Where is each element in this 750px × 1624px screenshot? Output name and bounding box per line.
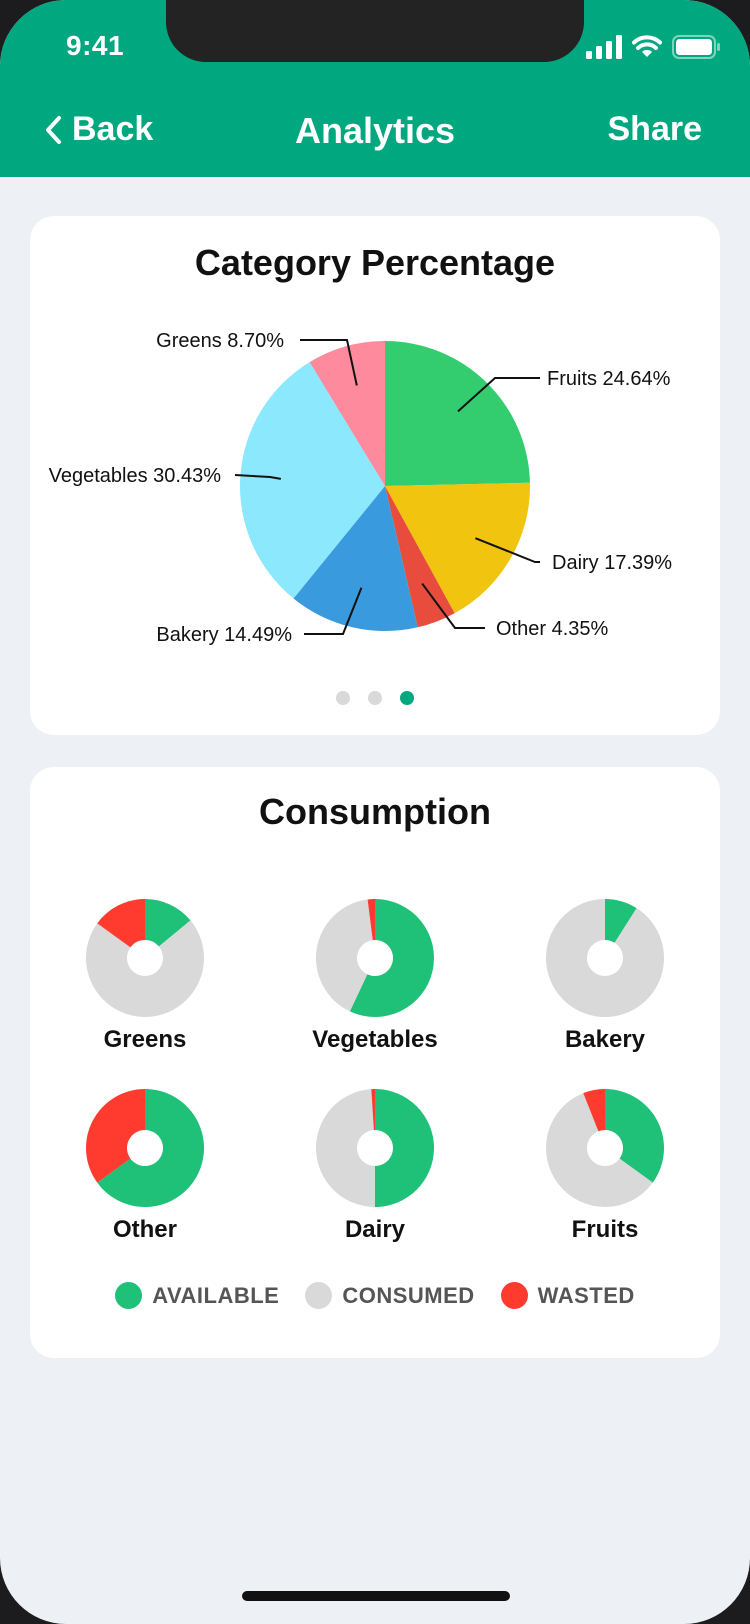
category-pie-chart: Fruits 24.64% Dairy 17.39% Other 4.35% Bake… bbox=[49, 330, 673, 646]
page-dot-3[interactable] bbox=[400, 691, 414, 705]
pie-label-bakery: Bakery 14.49% bbox=[156, 624, 292, 646]
donut-segment-dairy-consumed bbox=[316, 1089, 375, 1207]
consumption-chart-other[interactable]: Other bbox=[45, 1088, 245, 1244]
status-time: 9:41 bbox=[66, 30, 125, 61]
donut-other bbox=[86, 1089, 204, 1207]
legend-label-consumed: CONSUMED bbox=[342, 1282, 475, 1308]
signal-icon bbox=[586, 35, 622, 59]
legend-swatch-available bbox=[115, 1282, 143, 1309]
back-button[interactable]: Back bbox=[44, 110, 153, 149]
legend-item-wasted: WASTED bbox=[500, 1282, 635, 1309]
donut-label-dairy: Dairy bbox=[344, 1216, 406, 1243]
legend-swatch-wasted bbox=[500, 1282, 528, 1309]
consumption-chart-fruits[interactable]: Fruits bbox=[505, 1088, 705, 1244]
device-notch bbox=[166, 0, 584, 62]
donut-label-other: Other bbox=[112, 1216, 177, 1243]
donut-dairy bbox=[316, 1089, 434, 1207]
legend-swatch-consumed bbox=[305, 1282, 333, 1309]
donut-segment-bakery-consumed bbox=[546, 899, 664, 1017]
status-icons bbox=[586, 34, 720, 60]
donut-label-fruits: Fruits bbox=[571, 1216, 639, 1243]
pie-label-greens: Greens 8.70% bbox=[156, 330, 284, 352]
donut-label-vegetables: Vegetables bbox=[312, 1026, 438, 1053]
donut-fruits bbox=[546, 1089, 664, 1207]
consumption-title: Consumption bbox=[259, 791, 491, 832]
wifi-icon bbox=[632, 35, 662, 57]
legend-item-consumed: CONSUMED bbox=[305, 1282, 474, 1309]
donut-label-greens: Greens bbox=[103, 1026, 187, 1053]
pie-label-vegetables: Vegetables 30.43% bbox=[49, 465, 222, 487]
consumption-chart-vegetables[interactable]: Vegetables bbox=[275, 898, 475, 1054]
donut-segment-dairy-available bbox=[375, 1089, 434, 1207]
share-button[interactable]: Share bbox=[608, 110, 703, 149]
category-percentage-card: Category Percentage Fruits 24.64% Dairy 1… bbox=[30, 216, 720, 735]
header-bar: 9:41 Back Analytics Share bbox=[0, 0, 750, 177]
donut-greens bbox=[86, 899, 204, 1017]
donut-vegetables bbox=[316, 899, 434, 1017]
page-dot-2[interactable] bbox=[368, 691, 382, 705]
consumption-chart-dairy[interactable]: Dairy bbox=[275, 1088, 475, 1244]
back-label: Back bbox=[72, 110, 154, 148]
page-dot-1[interactable] bbox=[336, 691, 350, 705]
pie-slice-fruits[interactable] bbox=[385, 341, 530, 486]
home-indicator[interactable] bbox=[242, 1591, 510, 1601]
phone-screen: 9:41 Back Analytics Share Category Perce… bbox=[0, 0, 750, 1624]
consumption-legend: AVAILABLE CONSUMED WASTED bbox=[30, 1282, 720, 1309]
battery-icon bbox=[672, 35, 720, 59]
pie-label-other: Other 4.35% bbox=[496, 618, 609, 640]
legend-item-available: AVAILABLE bbox=[115, 1282, 279, 1309]
consumption-card: Consumption Greens Vegetables Bakery Other D… bbox=[30, 767, 720, 1358]
page-indicator bbox=[30, 691, 720, 705]
consumption-chart-bakery[interactable]: Bakery bbox=[505, 898, 705, 1054]
consumption-chart-greens[interactable]: Greens bbox=[45, 898, 245, 1054]
legend-label-wasted: WASTED bbox=[537, 1282, 635, 1308]
legend-label-available: AVAILABLE bbox=[152, 1282, 280, 1308]
chevron-left-icon bbox=[46, 115, 61, 144]
pie-label-fruits: Fruits 24.64% bbox=[547, 368, 671, 390]
donut-label-bakery: Bakery bbox=[564, 1026, 646, 1053]
pie-label-dairy: Dairy 17.39% bbox=[552, 552, 672, 574]
donut-bakery bbox=[546, 899, 664, 1017]
